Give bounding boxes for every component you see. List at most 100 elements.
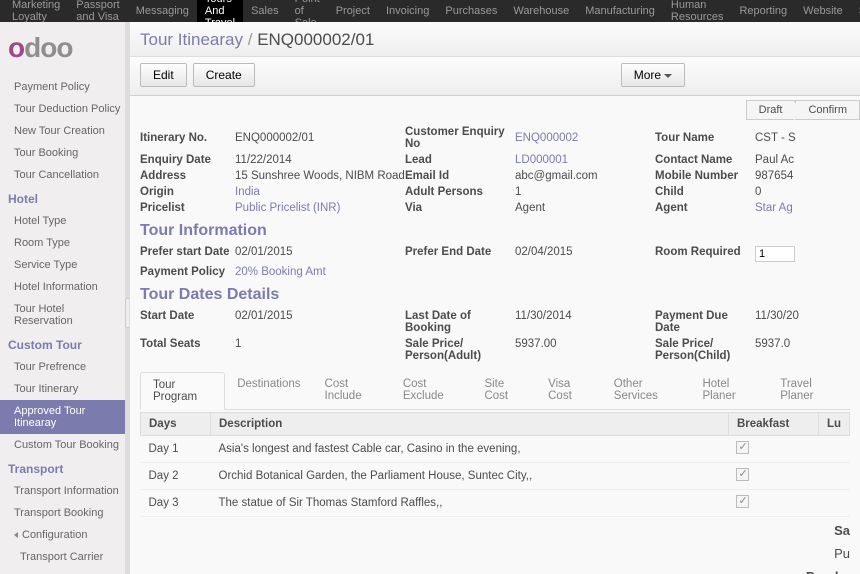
sidebar-item[interactable]: Transport Booking xyxy=(0,502,129,524)
tab[interactable]: Cost Include xyxy=(313,372,391,409)
cell-checkbox[interactable] xyxy=(728,436,818,463)
table-row[interactable]: Day 1Asia's longest and fastest Cable ca… xyxy=(141,436,850,463)
tour-info-fields: Prefer start Date02/01/2015 Prefer End D… xyxy=(140,246,850,278)
sidebar-item[interactable]: Payment Policy xyxy=(0,76,129,98)
sidebar-item[interactable]: Room Type xyxy=(0,232,129,254)
sidebar-item[interactable]: Transport Information xyxy=(0,480,129,502)
breadcrumb: Tour Itinearay / ENQ000002/01 xyxy=(130,22,860,57)
link[interactable]: Public Pricelist (INR) xyxy=(235,202,405,214)
label: Prefer End Date xyxy=(405,246,515,262)
sidebar-item[interactable]: Tour Booking xyxy=(0,142,129,164)
label: Email Id xyxy=(405,170,515,182)
tabs: Tour ProgramDestinationsCost IncludeCost… xyxy=(140,372,850,410)
label: Last Date of Booking xyxy=(405,310,515,334)
sidebar-resize[interactable] xyxy=(125,22,129,574)
label: Tour Name xyxy=(655,132,755,144)
sidebar-item[interactable]: Tour Prefrence xyxy=(0,356,129,378)
value: 11/22/2014 xyxy=(235,154,405,166)
sidebar-item[interactable]: Custom Tour Booking xyxy=(0,434,129,456)
sidebar-item[interactable]: Tour Itinerary xyxy=(0,378,129,400)
col-head: Lu xyxy=(818,413,849,436)
label: Agent xyxy=(655,202,755,214)
label: Prefer start Date xyxy=(140,246,235,262)
value: 11/30/20 xyxy=(755,310,860,334)
value: 5937.00 xyxy=(515,338,655,362)
label: Adult Persons xyxy=(405,186,515,198)
table-row[interactable]: Day 2Orchid Botanical Garden, the Parlia… xyxy=(141,463,850,490)
tab[interactable]: Hotel Planer xyxy=(690,372,768,409)
menu-manufacturing[interactable]: Manufacturing xyxy=(577,1,663,21)
breadcrumb-current: ENQ000002/01 xyxy=(257,30,374,49)
table-row[interactable]: Day 3The statue of Sir Thomas Stamford R… xyxy=(141,490,850,517)
sidebar-item[interactable]: Tour Cancellation xyxy=(0,164,129,186)
menu-reporting[interactable]: Reporting xyxy=(731,1,795,21)
create-button[interactable]: Create xyxy=(193,63,255,87)
tab[interactable]: Tour Program xyxy=(140,372,225,410)
room-required-input[interactable] xyxy=(755,246,860,262)
status-draft[interactable]: Draft xyxy=(746,100,796,120)
sidebar-item[interactable]: Approved Tour Itinearay xyxy=(0,400,129,434)
sidebar-subitem[interactable]: Transport Carrier xyxy=(0,546,129,568)
chevron-down-icon xyxy=(664,74,672,78)
value: 1 xyxy=(235,338,405,362)
value: 5937.0 xyxy=(755,338,860,362)
link[interactable]: ENQ000002 xyxy=(515,132,655,144)
cutoff-label: Purcha xyxy=(140,563,850,574)
menu-warehouse[interactable]: Warehouse xyxy=(505,1,577,21)
value: ENQ000002/01 xyxy=(235,132,405,144)
menu-purchases[interactable]: Purchases xyxy=(437,1,505,21)
tab[interactable]: Visa Cost xyxy=(536,372,602,409)
tab[interactable]: Destinations xyxy=(225,372,312,409)
value: abc@gmail.com xyxy=(515,170,655,182)
status-confirm[interactable]: Confirm xyxy=(795,100,860,120)
edit-button[interactable]: Edit xyxy=(140,63,187,87)
menu-invoicing[interactable]: Invoicing xyxy=(378,1,437,21)
header-fields: Itinerary No.ENQ000002/01 Customer Enqui… xyxy=(140,126,850,214)
action-bar: Edit Create More xyxy=(130,57,860,96)
sidebar-item[interactable]: Service Type xyxy=(0,254,129,276)
menu-sales[interactable]: Sales xyxy=(243,1,287,21)
cell: Day 2 xyxy=(141,463,211,490)
sidebar-item[interactable]: Configuration xyxy=(0,524,129,546)
tab[interactable]: Other Services xyxy=(602,372,691,409)
sidebar-item[interactable]: Tour Deduction Policy xyxy=(0,98,129,120)
sidebar-item[interactable]: Tour Hotel Reservation xyxy=(0,298,129,332)
menu-messaging[interactable]: Messaging xyxy=(128,1,197,21)
more-button[interactable]: More xyxy=(621,63,685,87)
sidebar-item[interactable]: Hotel Type xyxy=(0,210,129,232)
cell-checkbox[interactable] xyxy=(728,490,818,517)
sidebar-item[interactable]: New Tour Creation xyxy=(0,120,129,142)
link[interactable]: 20% Booking Amt xyxy=(235,266,405,278)
tab[interactable]: Travel Planer xyxy=(768,372,850,409)
label: Payment Policy xyxy=(140,266,235,278)
menu-settings[interactable]: Settings xyxy=(851,1,860,21)
label: Payment Due Date xyxy=(655,310,755,334)
link[interactable]: LD000001 xyxy=(515,154,655,166)
cell-checkbox[interactable] xyxy=(728,463,818,490)
sidebar-item[interactable]: Hotel Information xyxy=(0,276,129,298)
label: Itinerary No. xyxy=(140,132,235,144)
side-head: Custom Tour xyxy=(0,332,129,356)
value: 15 Sunshree Woods, NIBM Road xyxy=(235,170,405,182)
col-head: Breakfast xyxy=(728,413,818,436)
link[interactable]: Star Ag xyxy=(755,202,860,214)
top-menubar: Marketing LoyaltyPassport and VisaMessag… xyxy=(0,0,860,22)
label: Total Seats xyxy=(140,338,235,362)
link[interactable]: India xyxy=(235,186,405,198)
breadcrumb-parent[interactable]: Tour Itinearay xyxy=(140,30,243,49)
label: Enquiry Date xyxy=(140,154,235,166)
label: Sale Price/ Person(Adult) xyxy=(405,338,515,362)
tab[interactable]: Cost Exclude xyxy=(391,372,473,409)
label: Address xyxy=(140,170,235,182)
value: CST - S xyxy=(755,132,860,144)
side-head: Transport xyxy=(0,456,129,480)
value: 02/01/2015 xyxy=(235,310,405,334)
cutoff-label: Pu xyxy=(140,540,850,563)
tab[interactable]: Site Cost xyxy=(472,372,536,409)
label: Contact Name xyxy=(655,154,755,166)
sidebar-subitem[interactable]: Travel Class xyxy=(0,568,129,574)
menu-project[interactable]: Project xyxy=(328,1,378,21)
cell: Day 3 xyxy=(141,490,211,517)
menu-website[interactable]: Website xyxy=(795,1,851,21)
cell: The statue of Sir Thomas Stamford Raffle… xyxy=(211,490,729,517)
